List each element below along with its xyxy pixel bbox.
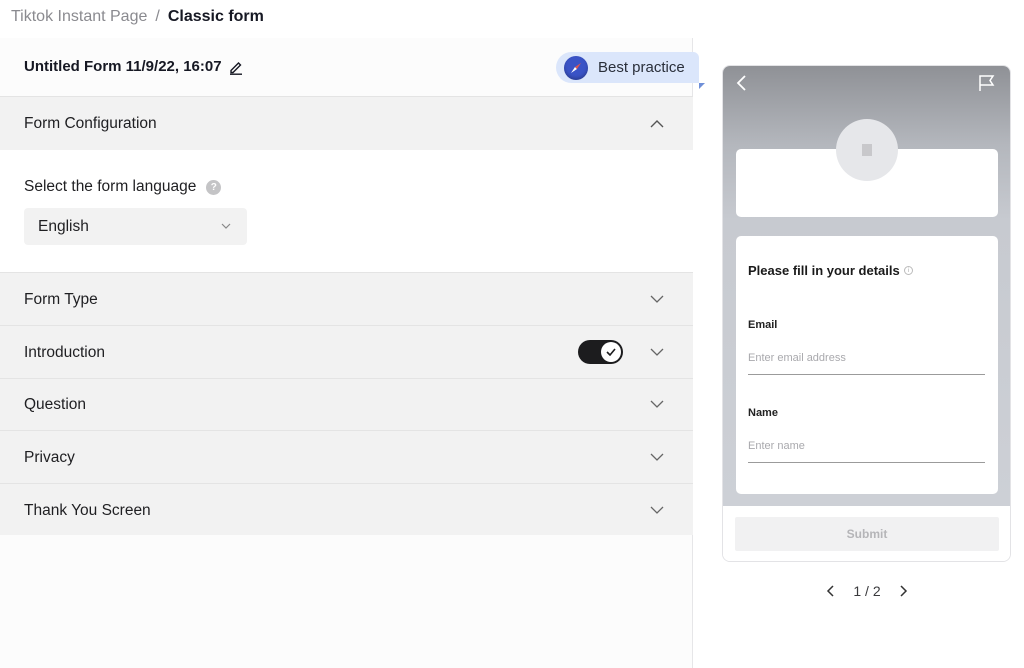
language-select[interactable]: English	[24, 208, 247, 245]
email-field-label: Email	[748, 319, 778, 331]
form-editor-panel: Untitled Form 11/9/22, 16:07 Best practi…	[0, 38, 705, 668]
name-field-label: Name	[748, 407, 778, 419]
breadcrumb: Tiktok Instant Page / Classic form	[11, 7, 264, 27]
chevron-right-icon[interactable]	[898, 584, 908, 598]
best-practice-tail	[699, 83, 705, 89]
language-select-value: English	[38, 217, 89, 235]
preview-form-card: Please fill in your details i Email Ente…	[736, 236, 998, 494]
section-introduction[interactable]: Introduction	[0, 325, 693, 378]
section-form-type[interactable]: Form Type	[0, 272, 693, 325]
introduction-toggle[interactable]	[578, 340, 623, 364]
chevron-down-icon	[221, 223, 231, 229]
toggle-knob	[601, 342, 621, 362]
preview-form-heading-text: Please fill in your details	[748, 263, 900, 278]
breadcrumb-parent-link[interactable]: Tiktok Instant Page	[11, 7, 147, 27]
chevron-left-icon[interactable]	[826, 584, 836, 598]
chevron-up-icon[interactable]	[649, 119, 665, 129]
chevron-down-icon[interactable]	[649, 452, 665, 462]
breadcrumb-separator: /	[155, 8, 160, 25]
form-title: Untitled Form 11/9/22, 16:07	[24, 58, 244, 75]
preview-form-heading: Please fill in your details i	[748, 263, 913, 278]
name-field[interactable]: Enter name	[748, 437, 985, 463]
email-field[interactable]: Enter email address	[748, 349, 985, 375]
section-label: Introduction	[24, 344, 105, 361]
avatar	[836, 119, 898, 181]
section-question[interactable]: Question	[0, 378, 693, 430]
section-privacy[interactable]: Privacy	[0, 430, 693, 483]
section-label: Question	[24, 396, 87, 413]
section-form-configuration[interactable]: Form Configuration	[0, 96, 693, 150]
image-placeholder-icon	[862, 144, 872, 156]
chevron-down-icon[interactable]	[649, 347, 665, 357]
flag-icon[interactable]	[978, 74, 996, 92]
section-label: Form Type	[24, 291, 98, 308]
chevron-down-icon[interactable]	[649, 505, 665, 515]
chevron-down-icon[interactable]	[649, 399, 665, 409]
best-practice-button[interactable]: Best practice	[556, 52, 705, 89]
form-title-row: Untitled Form 11/9/22, 16:07 Best practi…	[0, 38, 705, 96]
page-indicator: 1 / 2	[853, 583, 881, 599]
section-label: Privacy	[24, 449, 75, 466]
breadcrumb-current: Classic form	[167, 8, 264, 25]
info-icon[interactable]: i	[903, 266, 913, 275]
compass-icon	[564, 55, 588, 80]
form-configuration-body: Select the form language ? English	[0, 150, 693, 273]
section-label: Form Configuration	[24, 115, 157, 132]
preview-pager: 1 / 2	[826, 581, 908, 601]
section-label: Thank You Screen	[24, 502, 151, 519]
submit-button[interactable]: Submit	[735, 517, 999, 551]
edit-pencil-icon[interactable]	[228, 59, 244, 75]
chevron-down-icon[interactable]	[649, 294, 665, 304]
check-icon	[606, 348, 616, 356]
section-thank-you-screen[interactable]: Thank You Screen	[0, 483, 693, 535]
back-arrow-icon[interactable]	[735, 74, 749, 92]
form-preview: Please fill in your details i Email Ente…	[722, 65, 1011, 562]
help-icon[interactable]: ?	[206, 179, 222, 195]
submit-area: Submit	[723, 506, 1010, 561]
best-practice-label: Best practice	[598, 59, 685, 76]
language-label: Select the form language ?	[24, 178, 222, 196]
language-label-text: Select the form language	[24, 178, 197, 195]
form-title-text: Untitled Form 11/9/22, 16:07	[24, 58, 222, 75]
